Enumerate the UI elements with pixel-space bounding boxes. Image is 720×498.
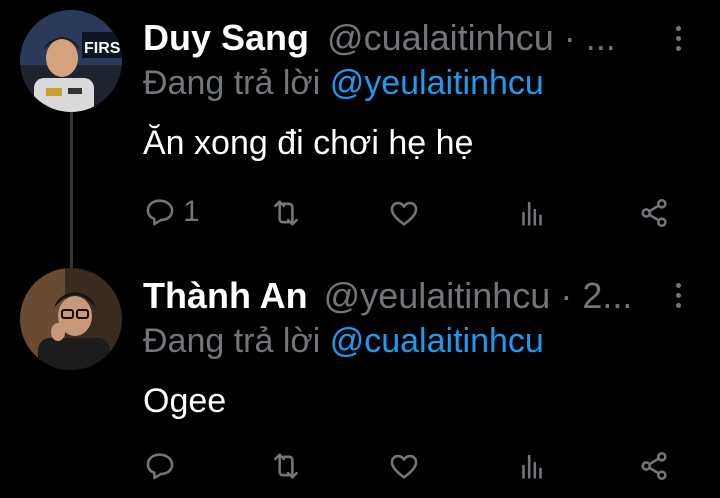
like-button[interactable] [387,196,421,230]
reply-button[interactable] [143,449,183,483]
share-icon [641,451,667,481]
tweet-header: Thành An @yeulaitinhcu · 2... [143,274,632,318]
display-name[interactable]: Duy Sang [143,17,309,58]
replying-prefix: Đang trả lời [143,322,321,360]
avatar-image [20,268,122,370]
avatar[interactable] [20,268,122,370]
replying-to: Đang trả lời @cualaitinhcu [143,322,544,361]
reply-icon [146,199,174,226]
replying-mention[interactable]: @cualaitinhcu [330,322,544,360]
thread-connector-line [70,112,73,268]
retweet-button[interactable] [269,449,303,483]
handle-and-time[interactable]: @yeulaitinhcu · 2... [324,275,633,316]
more-icon[interactable] [673,26,683,56]
views-button[interactable] [515,196,549,230]
tweet-text: Ăn xong đi chơi hẹ hẹ [143,124,474,162]
handle-and-time[interactable]: @cualaitinhcu · ... [327,17,616,58]
display-name[interactable]: Thành An [143,275,308,316]
views-button[interactable] [515,449,549,483]
like-icon [390,454,418,479]
like-icon [390,201,418,226]
reply-button[interactable]: 1 [143,195,200,229]
avatar-image: FIRST [20,10,122,112]
share-button[interactable] [637,196,671,230]
avatar-sign-text: FIRST [84,40,122,57]
retweet-button[interactable] [269,196,303,230]
avatar[interactable]: FIRST [20,10,122,112]
tweet-text: Ogee [143,382,227,420]
retweet-icon [274,200,298,226]
views-icon [522,201,542,226]
replying-mention[interactable]: @yeulaitinhcu [330,64,544,102]
more-icon[interactable] [673,283,683,313]
views-icon [522,454,542,479]
tweet-header: Duy Sang @cualaitinhcu · ... [143,16,616,60]
reply-icon [146,453,174,480]
replying-prefix: Đang trả lời [143,64,321,102]
share-button[interactable] [637,449,671,483]
reply-count: 1 [183,195,200,228]
retweet-icon [274,453,298,479]
like-button[interactable] [387,449,421,483]
share-icon [641,198,667,228]
replying-to: Đang trả lời @yeulaitinhcu [143,64,544,103]
